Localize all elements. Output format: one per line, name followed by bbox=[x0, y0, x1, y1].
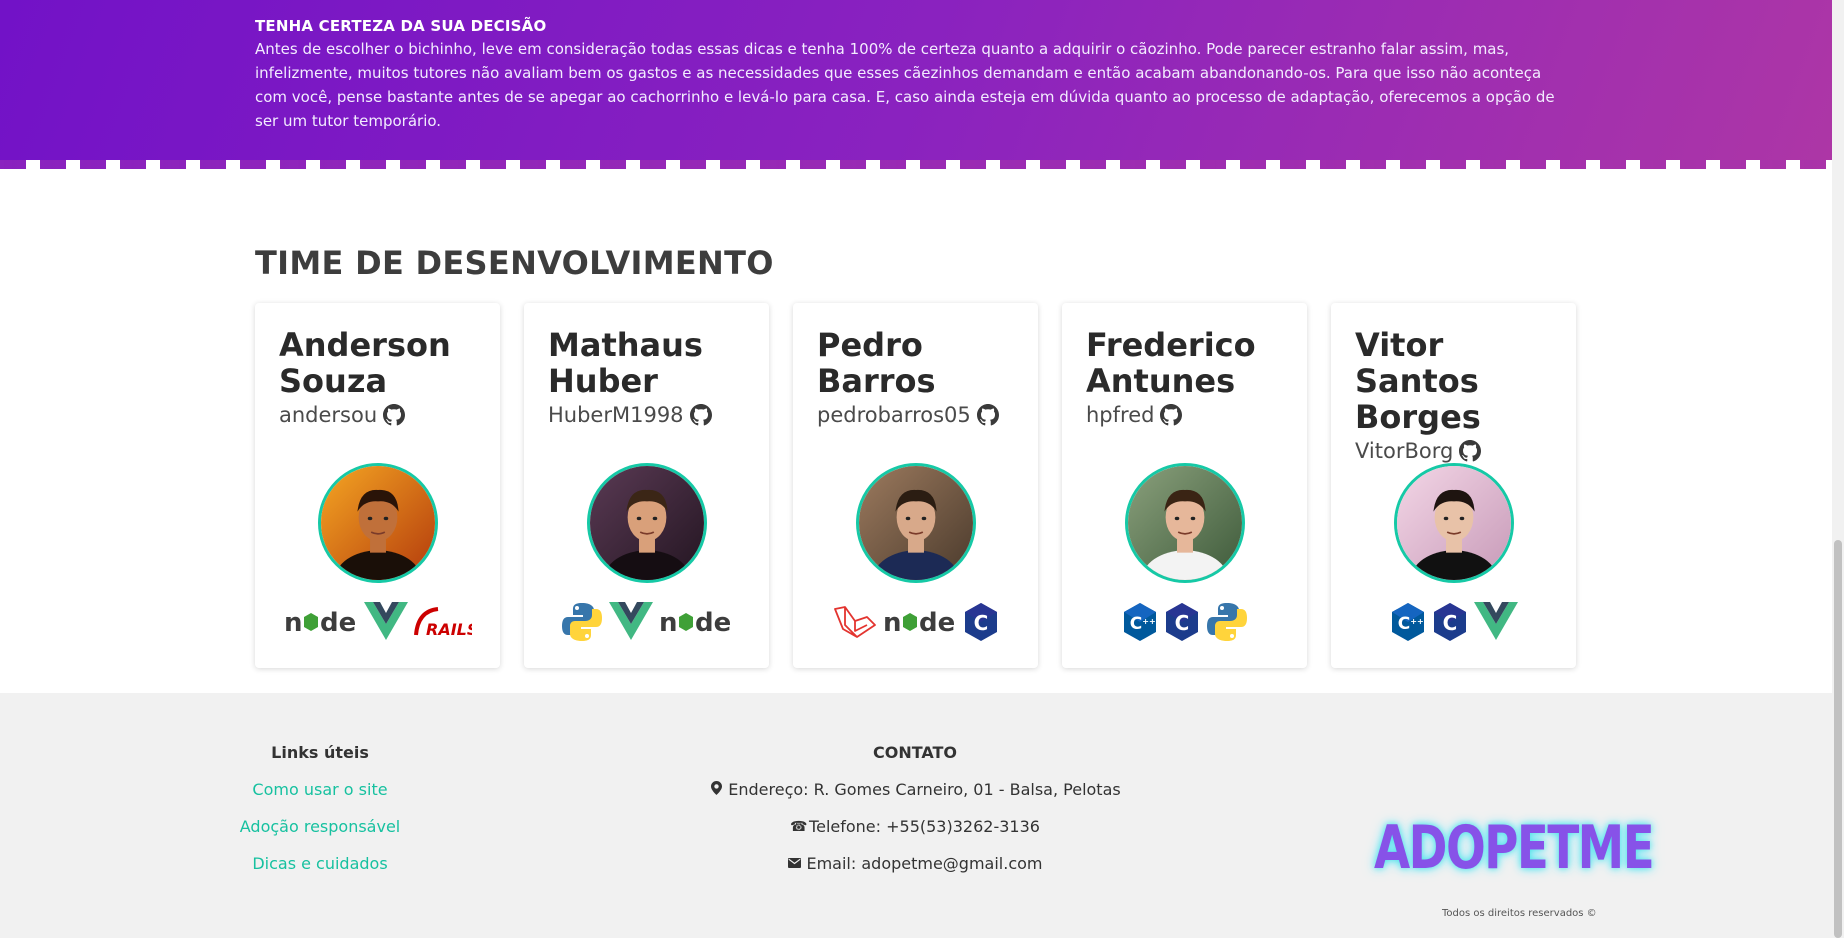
github-icon[interactable] bbox=[383, 404, 406, 426]
c-logo-icon: C bbox=[1164, 599, 1200, 645]
member-github[interactable]: pedrobarros05 bbox=[817, 403, 1016, 427]
svg-text:C: C bbox=[1442, 611, 1457, 635]
github-icon[interactable] bbox=[689, 404, 712, 426]
member-github[interactable]: andersou bbox=[279, 403, 478, 427]
contact-title: CONTATO bbox=[872, 743, 958, 762]
member-name: Anderson Souza bbox=[279, 326, 451, 400]
member-card: Pedro Barros pedrobarros05 n de C bbox=[793, 303, 1038, 668]
contact-email: Email: adopetme@gmail.com bbox=[640, 854, 1190, 873]
member-card: Vitor Santos Borges VitorBorg C ++ C bbox=[1331, 303, 1576, 668]
member-card: Mathaus Huber HuberM1998 n de bbox=[524, 303, 769, 668]
member-github[interactable]: hpfred bbox=[1086, 403, 1285, 427]
scrollbar-thumb[interactable] bbox=[1834, 540, 1842, 938]
c-logo-icon: C bbox=[1432, 599, 1468, 645]
link-tips-and-care[interactable]: Dicas e cuidados bbox=[200, 854, 440, 873]
map-pin-icon bbox=[709, 780, 723, 799]
member-techs: n de bbox=[524, 599, 769, 645]
nodejs-logo-icon: n de bbox=[883, 599, 957, 645]
contact-address: Endereço: R. Gomes Carneiro, 01 - Balsa,… bbox=[640, 780, 1190, 799]
member-avatar bbox=[1124, 463, 1245, 583]
svg-text:de: de bbox=[919, 608, 955, 638]
member-github-username[interactable]: VitorBorg bbox=[1355, 439, 1453, 463]
rails-logo-icon: RAILS bbox=[413, 599, 472, 645]
member-avatar bbox=[317, 463, 438, 583]
member-techs: n de C bbox=[793, 599, 1038, 645]
cpp-logo-icon: C ++ bbox=[1390, 599, 1426, 645]
site-footer: Links úteis Como usar o site Adoção resp… bbox=[0, 693, 1832, 938]
member-github-username[interactable]: hpfred bbox=[1086, 403, 1154, 427]
svg-text:n: n bbox=[284, 608, 303, 638]
envelope-icon bbox=[787, 856, 801, 872]
svg-text:C: C bbox=[1174, 611, 1189, 635]
banner-text: Antes de escolher o bichinho, leve em co… bbox=[255, 40, 1555, 130]
page-scrollbar[interactable] bbox=[1832, 0, 1844, 938]
member-avatar bbox=[855, 463, 976, 583]
svg-text:C: C bbox=[973, 611, 988, 635]
github-icon[interactable] bbox=[1459, 440, 1482, 462]
vuejs-logo-icon bbox=[363, 599, 408, 645]
svg-text:RAILS: RAILS bbox=[426, 620, 472, 639]
member-avatar bbox=[1393, 463, 1514, 583]
banner-zigzag-edge-shade bbox=[0, 160, 1832, 169]
phone-icon: ☎ bbox=[790, 818, 808, 835]
member-name: Frederico Antunes bbox=[1086, 326, 1256, 400]
address-text: Endereço: R. Gomes Carneiro, 01 - Balsa,… bbox=[728, 780, 1121, 799]
member-github-username[interactable]: HuberM1998 bbox=[548, 403, 684, 427]
email-text: Email: adopetme@gmail.com bbox=[806, 854, 1043, 873]
team-cards: Anderson Souza andersou ndeRAILS Mathaus… bbox=[255, 303, 1576, 668]
c-logo-icon: C bbox=[963, 599, 999, 645]
member-github[interactable]: VitorBorg bbox=[1355, 439, 1554, 463]
member-card: Frederico Antunes hpfred C ++ C bbox=[1062, 303, 1307, 668]
nodejs-logo-icon: n de bbox=[284, 599, 358, 645]
member-card: Anderson Souza andersou nde RAILS bbox=[255, 303, 500, 668]
link-how-to-use[interactable]: Como usar o site bbox=[200, 780, 440, 799]
member-techs: C ++ C bbox=[1062, 599, 1307, 645]
nodejs-logo-icon: n de bbox=[659, 599, 733, 645]
useful-links-title: Links úteis bbox=[271, 743, 369, 762]
svg-text:de: de bbox=[320, 608, 356, 638]
contact-section: CONTATO Endereço: R. Gomes Carneiro, 01 … bbox=[640, 743, 1190, 873]
member-techs: C ++ C bbox=[1331, 599, 1576, 645]
copyright-text: Todos os direitos reservados © bbox=[1442, 908, 1597, 919]
member-github-username[interactable]: andersou bbox=[279, 403, 377, 427]
python-logo-icon bbox=[1206, 599, 1248, 645]
svg-text:++: ++ bbox=[1410, 617, 1423, 626]
python-logo-icon bbox=[561, 599, 603, 645]
member-name: Mathaus Huber bbox=[548, 326, 703, 400]
member-name: Pedro Barros bbox=[817, 326, 936, 400]
link-responsible-adoption[interactable]: Adoção responsável bbox=[200, 817, 440, 836]
member-github[interactable]: HuberM1998 bbox=[548, 403, 747, 427]
banner-title: TENHA CERTEZA DA SUA DECISÃO bbox=[255, 17, 547, 35]
github-icon[interactable] bbox=[976, 404, 999, 426]
svg-text:de: de bbox=[695, 608, 731, 638]
svg-text:++: ++ bbox=[1142, 617, 1155, 626]
member-github-username[interactable]: pedrobarros05 bbox=[817, 403, 971, 427]
github-icon[interactable] bbox=[1160, 404, 1183, 426]
vuejs-logo-icon bbox=[608, 599, 653, 645]
decision-banner: TENHA CERTEZA DA SUA DECISÃO Antes de es… bbox=[0, 0, 1832, 160]
cpp-logo-icon: C ++ bbox=[1122, 599, 1158, 645]
brand-logo: ADOPETME bbox=[1374, 813, 1655, 883]
member-name: Vitor Santos Borges bbox=[1355, 326, 1481, 436]
member-techs: nde RAILS bbox=[255, 599, 500, 645]
laravel-logo-icon bbox=[833, 599, 877, 645]
vuejs-logo-icon bbox=[1473, 599, 1518, 645]
phone-text: Telefone: +55(53)3262-3136 bbox=[809, 817, 1040, 836]
useful-links: Links úteis Como usar o site Adoção resp… bbox=[200, 743, 440, 873]
svg-text:n: n bbox=[659, 608, 678, 638]
team-title: TIME DE DESENVOLVIMENTO bbox=[255, 244, 774, 282]
member-avatar bbox=[586, 463, 707, 583]
svg-text:C: C bbox=[1397, 614, 1409, 634]
svg-text:n: n bbox=[883, 608, 902, 638]
contact-phone: ☎ Telefone: +55(53)3262-3136 bbox=[640, 817, 1190, 836]
svg-text:C: C bbox=[1129, 614, 1141, 634]
